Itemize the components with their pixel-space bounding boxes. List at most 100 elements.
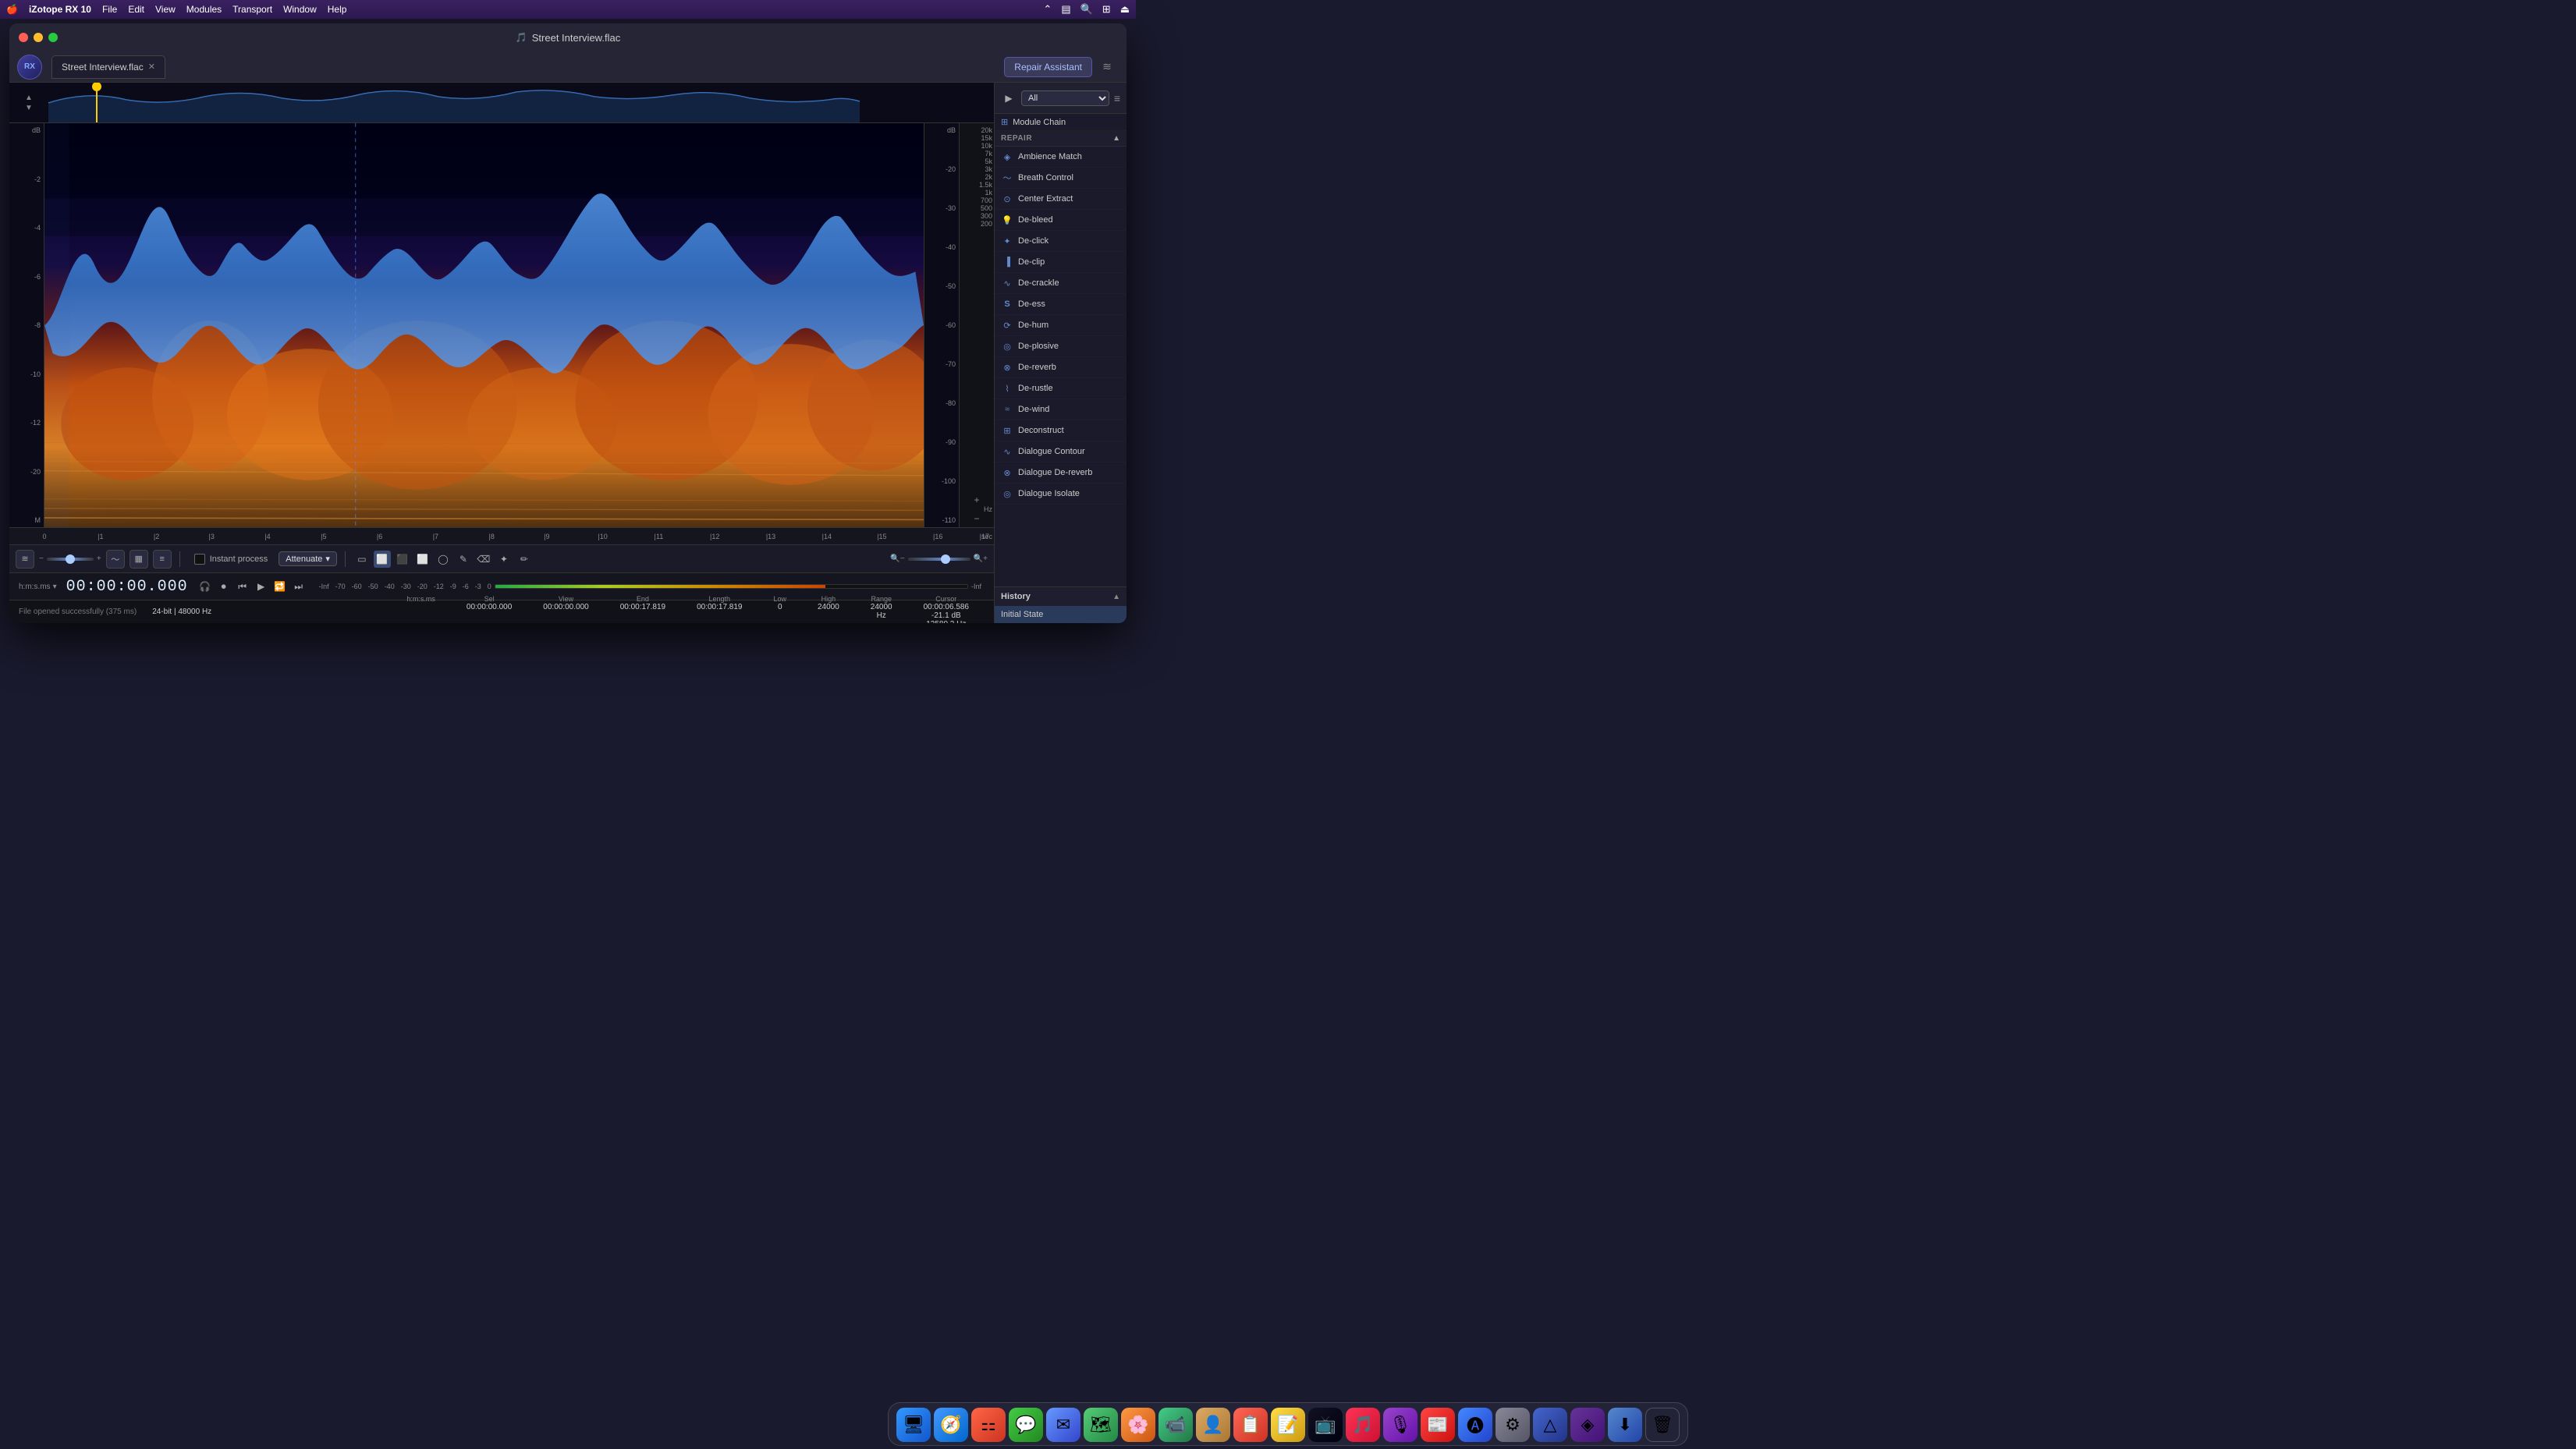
menu-modules[interactable]: Modules [186,4,222,15]
zoom-out-h-icon[interactable]: 🔍− [890,554,904,563]
module-item-de-plosive[interactable]: ◎ De-plosive [995,336,1127,357]
loop-btn[interactable]: 🔁 [272,579,288,594]
module-item-breath-control[interactable]: 〜 Breath Control [995,168,1127,189]
module-filter-select[interactable]: All [1021,90,1109,106]
spectrogram-main[interactable] [44,123,924,527]
play-btn[interactable]: ▶ [254,579,269,594]
history-initial-state[interactable]: Initial State [995,606,1127,623]
timecode-format[interactable]: h:m:s.ms ▾ [19,583,57,591]
module-item-de-crackle[interactable]: ∿ De-crackle [995,273,1127,294]
menu-file[interactable]: File [102,4,117,15]
history-header[interactable]: History ▲ [995,587,1127,606]
menu-icon-1[interactable]: ⌃ [1043,3,1052,16]
module-item-de-ess[interactable]: S De-ess [995,294,1127,315]
zoom-in-h-icon[interactable]: 🔍+ [974,554,988,563]
dock-facetime[interactable]: 📹 [1158,1408,1193,1442]
skip-btn[interactable]: ⏭ [291,579,307,594]
menu-help[interactable]: Help [328,4,347,15]
tab-close-icon[interactable]: ✕ [148,62,155,72]
zoom-level-slider[interactable] [908,558,970,561]
panel-menu-icon[interactable]: ≡ [1114,92,1120,105]
dock-podcasts[interactable]: 🎙 [1383,1408,1418,1442]
wave-btn[interactable]: 〜 [106,550,125,569]
module-item-de-reverb[interactable]: ⊗ De-reverb [995,357,1127,378]
module-item-de-wind[interactable]: ≈ De-wind [995,399,1127,420]
lasso-tool[interactable]: ◯ [435,551,452,568]
menu-transport[interactable]: Transport [232,4,272,15]
module-item-deconstruct[interactable]: ⊞ Deconstruct [995,420,1127,441]
pencil-tool[interactable]: ✏ [516,551,533,568]
dock-splice[interactable]: ◈ [1570,1408,1605,1442]
menu-icon-5[interactable]: ⏏ [1120,3,1130,16]
heal-tool[interactable]: ✦ [495,551,513,568]
zoom-minus-icon[interactable]: − [39,554,44,563]
dock-notes[interactable]: 📝 [1271,1408,1305,1442]
instant-process-checkbox[interactable] [194,554,205,565]
module-item-dialogue-contour[interactable]: ∿ Dialogue Contour [995,441,1127,462]
headphone-btn[interactable]: 🎧 [197,579,213,594]
module-item-center-extract[interactable]: ⊙ Center Extract [995,189,1127,210]
collapse-arrow-up[interactable]: ▲ [25,94,33,102]
dock-system-prefs[interactable]: ⚙ [1496,1408,1530,1442]
combo-btn[interactable]: ≡ [153,550,172,569]
maximize-button[interactable] [48,33,58,42]
dock-altimeter[interactable]: △ [1533,1408,1567,1442]
freq-select-tool[interactable]: ⬜ [414,551,431,568]
time-select-tool[interactable]: ⬛ [394,551,411,568]
close-button[interactable] [19,33,28,42]
file-tab[interactable]: Street Interview.flac ✕ [51,55,165,79]
collapse-arrow-down[interactable]: ▼ [25,104,33,112]
module-chain-item[interactable]: ⊞ Module Chain [995,114,1127,131]
menu-icon-4[interactable]: ⊞ [1102,3,1111,16]
eraser-tool[interactable]: ⌫ [475,551,492,568]
zoom-in-icon[interactable]: + [961,494,992,505]
dock-reminders[interactable]: 📋 [1233,1408,1268,1442]
menu-edit[interactable]: Edit [128,4,144,15]
module-item-dialogue-isolate[interactable]: ◎ Dialogue Isolate [995,484,1127,505]
spec-btn[interactable]: ▦ [130,550,148,569]
minimize-button[interactable] [34,33,43,42]
module-item-de-rustle[interactable]: ⌇ De-rustle [995,378,1127,399]
menu-icon-3[interactable]: 🔍 [1080,3,1093,16]
dock-messages[interactable]: 💬 [1009,1408,1043,1442]
module-item-de-clip[interactable]: ▐ De-clip [995,252,1127,273]
waveform-toggle-icon[interactable]: ≋ [1102,60,1112,73]
select-tool[interactable]: ▭ [353,551,371,568]
waveform-mode-btn[interactable]: ≋ [16,550,34,569]
brush-tool[interactable]: ✎ [455,551,472,568]
dock-tv[interactable]: 📺 [1308,1408,1343,1442]
module-item-de-click[interactable]: ✦ De-click [995,231,1127,252]
back-to-start-btn[interactable]: ⏮ [235,579,250,594]
dock-trash[interactable]: 🗑 [1645,1408,1680,1442]
zoom-out-icon[interactable]: − [961,513,992,524]
dock-appstore[interactable]: 🅐 [1458,1408,1492,1442]
dock-news[interactable]: 📰 [1421,1408,1455,1442]
play-all-button[interactable]: ▶ [1001,90,1017,106]
dock-photos[interactable]: 🌸 [1121,1408,1155,1442]
zoom-plus-icon[interactable]: + [97,554,101,563]
dock-contacts[interactable]: 👤 [1196,1408,1230,1442]
attenuation-dropdown[interactable]: Attenuate ▾ [279,551,337,566]
range-col: Range 24000 Hz [871,595,892,623]
rect-select-tool[interactable]: ⬜ [374,551,391,568]
dock-safari[interactable]: 🧭 [934,1408,968,1442]
module-item-de-bleed[interactable]: 💡 De-bleed [995,210,1127,231]
dock-launchpad[interactable]: ⚏ [971,1408,1006,1442]
menu-view[interactable]: View [155,4,176,15]
menu-icon-2[interactable]: ▤ [1061,3,1070,16]
module-item-de-hum[interactable]: ⟳ De-hum [995,315,1127,336]
zoom-slider[interactable] [47,558,94,561]
dock-maps[interactable]: 🗺 [1084,1408,1118,1442]
dock-finder[interactable]: 🖥 [896,1408,931,1442]
apple-menu[interactable]: 🍎 [6,4,18,15]
record-btn[interactable]: ⏺ [216,579,232,594]
dock-mail[interactable]: ✉ [1046,1408,1080,1442]
dock-music[interactable]: 🎵 [1346,1408,1380,1442]
module-item-ambience-match[interactable]: ◈ Ambience Match [995,147,1127,168]
menu-window[interactable]: Window [283,4,317,15]
repair-toggle-icon[interactable]: ▲ [1112,134,1120,143]
app-name[interactable]: iZotope RX 10 [29,4,91,15]
module-item-dialogue-de-reverb[interactable]: ⊗ Dialogue De-reverb [995,462,1127,484]
repair-assistant-button[interactable]: Repair Assistant [1004,57,1092,77]
dock-downloads[interactable]: ⬇ [1608,1408,1642,1442]
